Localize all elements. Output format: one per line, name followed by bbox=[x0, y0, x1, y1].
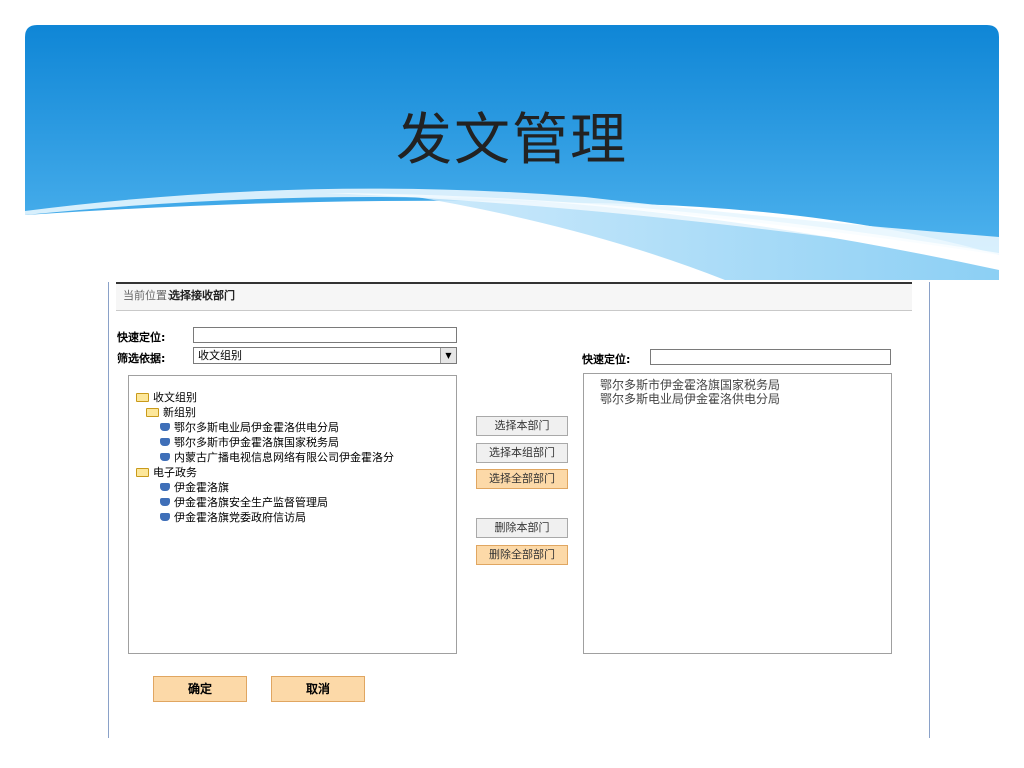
delete-all-button[interactable]: 删除全部部门 bbox=[476, 545, 568, 565]
department-icon bbox=[160, 513, 170, 521]
folder-icon bbox=[146, 407, 159, 417]
selected-departments-panel[interactable] bbox=[583, 373, 892, 654]
department-icon bbox=[160, 453, 170, 461]
breadcrumb-current: 选择接收部门 bbox=[169, 289, 235, 302]
department-icon bbox=[160, 423, 170, 431]
frame-border-left bbox=[108, 282, 109, 738]
select-dept-button[interactable]: 选择本部门 bbox=[476, 416, 568, 436]
department-tree: 收文组别 新组别 鄂尔多斯电业局伊金霍洛供电分局 鄂尔多斯市伊金霍洛旗国家税务局… bbox=[136, 390, 394, 525]
tree-item[interactable]: 伊金霍洛旗党委政府信访局 bbox=[136, 510, 394, 525]
tree-item[interactable]: 伊金霍洛旗 bbox=[136, 480, 394, 495]
department-icon bbox=[160, 438, 170, 446]
tree-group[interactable]: 新组别 bbox=[136, 405, 394, 420]
tree-root[interactable]: 收文组别 bbox=[136, 390, 394, 405]
ok-button[interactable]: 确定 bbox=[153, 676, 247, 702]
list-item[interactable]: 鄂尔多斯电业局伊金霍洛供电分局 bbox=[600, 392, 780, 406]
quick-locate-label-left: 快速定位: bbox=[117, 331, 166, 344]
tree-item[interactable]: 鄂尔多斯电业局伊金霍洛供电分局 bbox=[136, 420, 394, 435]
cancel-button[interactable]: 取消 bbox=[271, 676, 365, 702]
breadcrumb: 当前位置: 选择接收部门 bbox=[116, 282, 912, 311]
quick-locate-input-left[interactable] bbox=[193, 327, 457, 343]
tree-group[interactable]: 电子政务 bbox=[136, 465, 394, 480]
select-all-button[interactable]: 选择全部部门 bbox=[476, 469, 568, 489]
selected-departments-list: 鄂尔多斯市伊金霍洛旗国家税务局 鄂尔多斯电业局伊金霍洛供电分局 bbox=[600, 378, 780, 406]
filter-select-value: 收文组别 bbox=[198, 349, 242, 362]
dropdown-arrow-icon[interactable]: ▼ bbox=[440, 348, 456, 363]
folder-icon bbox=[136, 467, 149, 477]
department-icon bbox=[160, 483, 170, 491]
slide-header: 发文管理 bbox=[25, 25, 999, 280]
select-group-button[interactable]: 选择本组部门 bbox=[476, 443, 568, 463]
breadcrumb-label: 当前位置: bbox=[123, 289, 171, 302]
delete-dept-button[interactable]: 删除本部门 bbox=[476, 518, 568, 538]
tree-item[interactable]: 内蒙古广播电视信息网络有限公司伊金霍洛分 bbox=[136, 450, 394, 465]
slide-title: 发文管理 bbox=[396, 108, 628, 173]
department-icon bbox=[160, 498, 170, 506]
frame-border-right bbox=[929, 282, 930, 738]
filter-select[interactable]: 收文组别 ▼ bbox=[193, 347, 457, 364]
folder-icon bbox=[136, 392, 149, 402]
filter-label: 筛选依据: bbox=[117, 352, 166, 365]
tree-item[interactable]: 伊金霍洛旗安全生产监督管理局 bbox=[136, 495, 394, 510]
quick-locate-label-right: 快速定位: bbox=[582, 353, 631, 366]
list-item[interactable]: 鄂尔多斯市伊金霍洛旗国家税务局 bbox=[600, 378, 780, 392]
quick-locate-input-right[interactable] bbox=[650, 349, 891, 365]
tree-item[interactable]: 鄂尔多斯市伊金霍洛旗国家税务局 bbox=[136, 435, 394, 450]
